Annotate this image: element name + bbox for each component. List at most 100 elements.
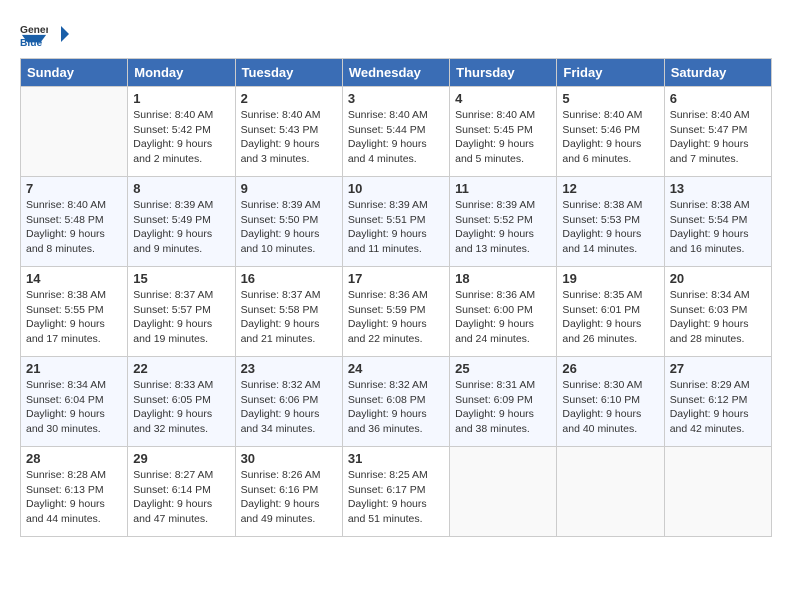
day-info: Sunrise: 8:38 AMSunset: 5:55 PMDaylight:… <box>26 288 122 347</box>
weekday-header-monday: Monday <box>128 59 235 87</box>
weekday-header-tuesday: Tuesday <box>235 59 342 87</box>
calendar-cell: 18Sunrise: 8:36 AMSunset: 6:00 PMDayligh… <box>450 267 557 357</box>
day-number: 21 <box>26 361 122 376</box>
day-number: 31 <box>348 451 444 466</box>
calendar-cell: 23 Sunrise: 8:32 AMSunset: 6:06 PMDayligh… <box>235 357 342 447</box>
day-number: 30 <box>241 451 337 466</box>
calendar-cell: 9Sunrise: 8:39 AMSunset: 5:50 PMDaylight… <box>235 177 342 267</box>
day-info: Sunrise: 8:39 AMSunset: 5:50 PMDaylight:… <box>241 198 337 257</box>
calendar-cell <box>21 87 128 177</box>
day-number: 16 <box>241 271 337 286</box>
day-info: Sunrise: 8:40 AMSunset: 5:44 PMDaylight:… <box>348 108 444 167</box>
day-number: 2 <box>241 91 337 106</box>
weekday-header-row: SundayMondayTuesdayWednesdayThursdayFrid… <box>21 59 772 87</box>
day-info: Sunrise: 8:39 AMSunset: 5:49 PMDaylight:… <box>133 198 229 257</box>
calendar-cell: 6 Sunrise: 8:40 AMSunset: 5:47 PMDaylight… <box>664 87 771 177</box>
calendar-cell: 7 Sunrise: 8:40 AMSunset: 5:48 PMDaylight… <box>21 177 128 267</box>
calendar-cell <box>557 447 664 537</box>
day-number: 11 <box>455 181 551 196</box>
day-info: Sunrise: 8:34 AMSunset: 6:04 PMDaylight:… <box>26 378 122 437</box>
day-info: Sunrise: 8:32 AMSunset: 6:06 PMDaylight:… <box>241 378 337 437</box>
calendar-cell: 14 Sunrise: 8:38 AMSunset: 5:55 PMDayligh… <box>21 267 128 357</box>
day-number: 24 <box>348 361 444 376</box>
calendar-cell: 1Sunrise: 8:40 AMSunset: 5:42 PMDaylight… <box>128 87 235 177</box>
weekday-header-wednesday: Wednesday <box>342 59 449 87</box>
day-number: 4 <box>455 91 551 106</box>
calendar-cell: 3Sunrise: 8:40 AMSunset: 5:44 PMDaylight… <box>342 87 449 177</box>
calendar-cell: 21 Sunrise: 8:34 AMSunset: 6:04 PMDayligh… <box>21 357 128 447</box>
calendar-cell: 29 Sunrise: 8:27 AMSunset: 6:14 PMDayligh… <box>128 447 235 537</box>
day-info: Sunrise: 8:38 AMSunset: 5:54 PMDaylight:… <box>670 198 766 257</box>
calendar-week-row: 21 Sunrise: 8:34 AMSunset: 6:04 PMDayligh… <box>21 357 772 447</box>
calendar-cell: 24 Sunrise: 8:32 AMSunset: 6:08 PMDayligh… <box>342 357 449 447</box>
calendar-cell: 31 Sunrise: 8:25 AMSunset: 6:17 PMDayligh… <box>342 447 449 537</box>
day-number: 15 <box>133 271 229 286</box>
day-info: Sunrise: 8:29 AMSunset: 6:12 PMDaylight:… <box>670 378 766 437</box>
day-number: 23 <box>241 361 337 376</box>
day-number: 12 <box>562 181 658 196</box>
day-info: Sunrise: 8:33 AMSunset: 6:05 PMDaylight:… <box>133 378 229 437</box>
day-number: 10 <box>348 181 444 196</box>
calendar-cell: 4 Sunrise: 8:40 AMSunset: 5:45 PMDaylight… <box>450 87 557 177</box>
calendar-cell: 8 Sunrise: 8:39 AMSunset: 5:49 PMDaylight… <box>128 177 235 267</box>
weekday-header-sunday: Sunday <box>21 59 128 87</box>
svg-text:General: General <box>20 25 48 36</box>
day-info: Sunrise: 8:39 AMSunset: 5:52 PMDaylight:… <box>455 198 551 257</box>
calendar-cell <box>450 447 557 537</box>
day-number: 18 <box>455 271 551 286</box>
day-info: Sunrise: 8:40 AMSunset: 5:47 PMDaylight:… <box>670 108 766 167</box>
calendar-week-row: 1Sunrise: 8:40 AMSunset: 5:42 PMDaylight… <box>21 87 772 177</box>
day-info: Sunrise: 8:25 AMSunset: 6:17 PMDaylight:… <box>348 468 444 527</box>
day-info: Sunrise: 8:36 AMSunset: 5:59 PMDaylight:… <box>348 288 444 347</box>
day-info: Sunrise: 8:26 AMSunset: 6:16 PMDaylight:… <box>241 468 337 527</box>
day-number: 5 <box>562 91 658 106</box>
day-info: Sunrise: 8:40 AMSunset: 5:45 PMDaylight:… <box>455 108 551 167</box>
day-info: Sunrise: 8:38 AMSunset: 5:53 PMDaylight:… <box>562 198 658 257</box>
calendar-cell: 15Sunrise: 8:37 AMSunset: 5:57 PMDayligh… <box>128 267 235 357</box>
day-info: Sunrise: 8:37 AMSunset: 5:58 PMDaylight:… <box>241 288 337 347</box>
day-number: 20 <box>670 271 766 286</box>
calendar-week-row: 28 Sunrise: 8:28 AMSunset: 6:13 PMDayligh… <box>21 447 772 537</box>
day-number: 6 <box>670 91 766 106</box>
day-info: Sunrise: 8:30 AMSunset: 6:10 PMDaylight:… <box>562 378 658 437</box>
calendar-cell: 17 Sunrise: 8:36 AMSunset: 5:59 PMDayligh… <box>342 267 449 357</box>
calendar-cell: 11 Sunrise: 8:39 AMSunset: 5:52 PMDayligh… <box>450 177 557 267</box>
day-info: Sunrise: 8:28 AMSunset: 6:13 PMDaylight:… <box>26 468 122 527</box>
calendar-cell: 26Sunrise: 8:30 AMSunset: 6:10 PMDayligh… <box>557 357 664 447</box>
day-info: Sunrise: 8:27 AMSunset: 6:14 PMDaylight:… <box>133 468 229 527</box>
weekday-header-thursday: Thursday <box>450 59 557 87</box>
calendar-cell: 19 Sunrise: 8:35 AMSunset: 6:01 PMDayligh… <box>557 267 664 357</box>
day-number: 14 <box>26 271 122 286</box>
calendar-cell: 25Sunrise: 8:31 AMSunset: 6:09 PMDayligh… <box>450 357 557 447</box>
day-info: Sunrise: 8:40 AMSunset: 5:42 PMDaylight:… <box>133 108 229 167</box>
calendar-cell: 10 Sunrise: 8:39 AMSunset: 5:51 PMDayligh… <box>342 177 449 267</box>
day-number: 17 <box>348 271 444 286</box>
day-info: Sunrise: 8:40 AMSunset: 5:48 PMDaylight:… <box>26 198 122 257</box>
day-number: 25 <box>455 361 551 376</box>
day-info: Sunrise: 8:40 AMSunset: 5:43 PMDaylight:… <box>241 108 337 167</box>
day-number: 28 <box>26 451 122 466</box>
svg-text:Blue: Blue <box>20 38 43 48</box>
calendar-week-row: 14 Sunrise: 8:38 AMSunset: 5:55 PMDayligh… <box>21 267 772 357</box>
logo-flag-icon <box>52 25 70 43</box>
day-info: Sunrise: 8:39 AMSunset: 5:51 PMDaylight:… <box>348 198 444 257</box>
calendar-cell: 20Sunrise: 8:34 AMSunset: 6:03 PMDayligh… <box>664 267 771 357</box>
weekday-header-saturday: Saturday <box>664 59 771 87</box>
logo-icon: General Blue <box>20 20 48 48</box>
day-number: 8 <box>133 181 229 196</box>
day-number: 19 <box>562 271 658 286</box>
day-number: 29 <box>133 451 229 466</box>
calendar-cell <box>664 447 771 537</box>
calendar-table: SundayMondayTuesdayWednesdayThursdayFrid… <box>20 58 772 537</box>
calendar-cell: 13 Sunrise: 8:38 AMSunset: 5:54 PMDayligh… <box>664 177 771 267</box>
calendar-cell: 12 Sunrise: 8:38 AMSunset: 5:53 PMDayligh… <box>557 177 664 267</box>
day-info: Sunrise: 8:32 AMSunset: 6:08 PMDaylight:… <box>348 378 444 437</box>
day-info: Sunrise: 8:35 AMSunset: 6:01 PMDaylight:… <box>562 288 658 347</box>
day-info: Sunrise: 8:40 AMSunset: 5:46 PMDaylight:… <box>562 108 658 167</box>
day-number: 7 <box>26 181 122 196</box>
calendar-cell: 22 Sunrise: 8:33 AMSunset: 6:05 PMDayligh… <box>128 357 235 447</box>
calendar-cell: 28 Sunrise: 8:28 AMSunset: 6:13 PMDayligh… <box>21 447 128 537</box>
day-number: 22 <box>133 361 229 376</box>
logo: General Blue <box>20 20 70 48</box>
day-number: 13 <box>670 181 766 196</box>
